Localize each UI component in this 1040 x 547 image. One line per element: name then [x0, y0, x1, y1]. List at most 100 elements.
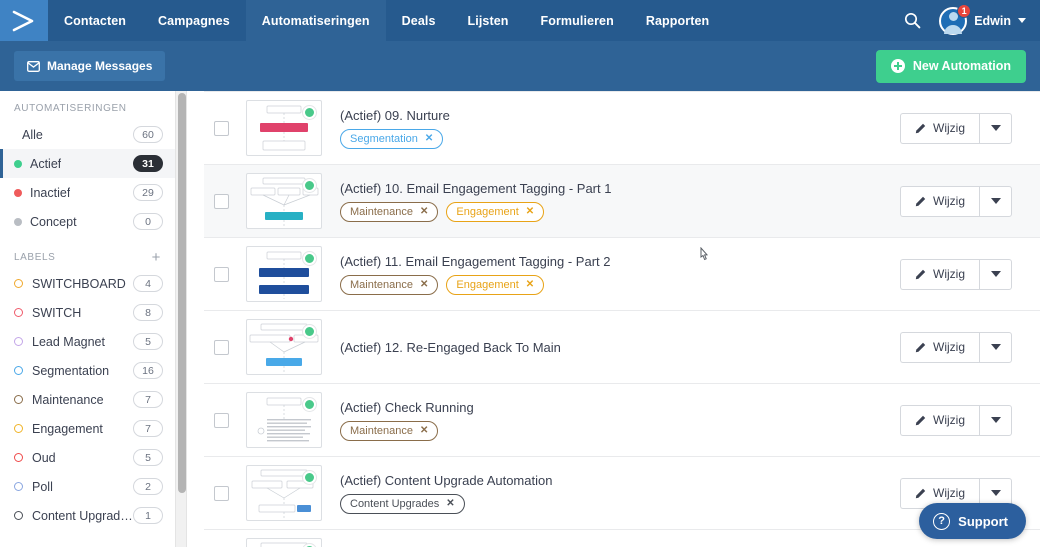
automation-thumbnail[interactable]	[246, 392, 322, 448]
sidebar-label-engagement[interactable]: Engagement 7	[0, 414, 175, 443]
search-button[interactable]	[899, 8, 925, 34]
automation-title[interactable]: (Actief) Check Running	[340, 400, 888, 415]
automation-thumbnail[interactable]	[246, 465, 322, 521]
edit-label: Wijzig	[933, 194, 965, 208]
scrollbar-thumb[interactable]	[178, 93, 186, 493]
remove-tag-icon[interactable]: ✕	[420, 425, 428, 436]
automation-thumbnail[interactable]	[246, 246, 322, 302]
row-checkbox[interactable]	[214, 339, 229, 355]
remove-tag-icon[interactable]: ✕	[526, 279, 534, 290]
table-row[interactable]: (Actief) 11. Email Engagement Tagging - …	[204, 238, 1040, 311]
app-logo[interactable]	[0, 0, 48, 41]
tag-segmentation[interactable]: Segmentation ✕	[340, 128, 444, 149]
sidebar-filter-inactief[interactable]: Inactief 29	[0, 178, 175, 207]
nav-item-rapporten[interactable]: Rapporten	[630, 0, 725, 41]
avatar[interactable]: 1	[939, 3, 972, 35]
automation-thumbnail[interactable]	[246, 319, 322, 375]
nav-items: Contacten Campagnes Automatiseringen Dea…	[48, 0, 725, 41]
edit-button[interactable]: Wijzig	[900, 258, 979, 290]
nav-item-lijsten[interactable]: Lijsten	[452, 0, 525, 41]
row-dropdown-button[interactable]	[979, 112, 1012, 144]
table-row[interactable]: (Actief) 12. Re-Engaged Back To Main Wij…	[204, 311, 1040, 384]
sidebar-filter-alle[interactable]: Alle 60	[0, 120, 175, 149]
sidebar-filter-concept[interactable]: Concept 0	[0, 207, 175, 236]
sidebar-label-poll[interactable]: Poll 2	[0, 472, 175, 501]
tag-engagement[interactable]: Engagement ✕	[446, 201, 545, 222]
table-row[interactable]: (Actief) Engagement: Klikt link in email…	[204, 530, 1040, 547]
automation-thumbnail[interactable]	[246, 100, 322, 156]
nav-item-contacten[interactable]: Contacten	[48, 0, 142, 41]
automation-info: (Actief) Check Running Maintenance ✕	[340, 400, 888, 441]
row-checkbox[interactable]	[214, 266, 229, 282]
nav-label: Lijsten	[467, 13, 509, 28]
sidebar-filter-label: Inactief	[30, 185, 71, 200]
notification-badge[interactable]: 1	[957, 3, 972, 18]
automation-title[interactable]: (Actief) 12. Re-Engaged Back To Main	[340, 340, 888, 355]
sidebar-label-switchboard[interactable]: SWITCHBOARD 4	[0, 269, 175, 298]
support-widget-button[interactable]: ? Support	[919, 503, 1026, 539]
add-label-button[interactable]: +	[152, 250, 161, 265]
tag-maintenance[interactable]: Maintenance ✕	[340, 420, 439, 441]
automation-title[interactable]: (Actief) 11. Email Engagement Tagging - …	[340, 254, 888, 269]
table-row[interactable]: (Actief) Check Running Maintenance ✕ Wij…	[204, 384, 1040, 457]
edit-button[interactable]: Wijzig	[900, 112, 979, 144]
row-actions: Wijzig	[900, 404, 1012, 436]
row-actions: Wijzig	[900, 258, 1012, 290]
label-color-ring-icon	[14, 482, 23, 491]
tag-maintenance[interactable]: Maintenance ✕	[340, 201, 439, 222]
nav-item-deals[interactable]: Deals	[386, 0, 452, 41]
table-row[interactable]: (Actief) 09. Nurture Segmentation ✕ Wijz…	[204, 91, 1040, 165]
remove-tag-icon[interactable]: ✕	[420, 279, 428, 290]
sidebar-filter-actief[interactable]: Actief 31	[0, 149, 175, 178]
automation-thumbnail[interactable]	[246, 538, 322, 547]
nav-item-campagnes[interactable]: Campagnes	[142, 0, 246, 41]
automation-thumbnail[interactable]	[246, 173, 322, 229]
row-dropdown-button[interactable]	[979, 258, 1012, 290]
sidebar-label-segmentation[interactable]: Segmentation 16	[0, 356, 175, 385]
page-scrollbar[interactable]	[175, 91, 187, 547]
nav-item-automatiseringen[interactable]: Automatiseringen	[245, 0, 386, 41]
remove-tag-icon[interactable]: ✕	[446, 498, 454, 509]
edit-button[interactable]: Wijzig	[900, 404, 979, 436]
table-row[interactable]: (Actief) Content Upgrade Automation Cont…	[204, 457, 1040, 530]
remove-tag-icon[interactable]: ✕	[425, 133, 433, 144]
sidebar-section-automations-title: AUTOMATISERINGEN	[0, 103, 175, 120]
action-subbar: Manage Messages New Automation	[0, 41, 1040, 91]
status-active-dot	[303, 471, 316, 484]
row-dropdown-button[interactable]	[979, 404, 1012, 436]
remove-tag-icon[interactable]: ✕	[526, 206, 534, 217]
row-checkbox[interactable]	[214, 485, 229, 501]
edit-button[interactable]: Wijzig	[900, 185, 979, 217]
automation-title[interactable]: (Actief) Content Upgrade Automation	[340, 473, 888, 488]
sidebar-label-count: 7	[133, 391, 163, 408]
row-dropdown-button[interactable]	[979, 185, 1012, 217]
row-dropdown-button[interactable]	[979, 331, 1012, 363]
sidebar-label-count: 4	[133, 275, 163, 292]
nav-item-formulieren[interactable]: Formulieren	[525, 0, 630, 41]
row-checkbox[interactable]	[214, 193, 229, 209]
search-icon	[904, 12, 921, 29]
sidebar-label-lead-magnet[interactable]: Lead Magnet 5	[0, 327, 175, 356]
tag-content-upgrades[interactable]: Content Upgrades ✕	[340, 493, 465, 514]
status-active-dot	[303, 179, 316, 192]
tag-maintenance[interactable]: Maintenance ✕	[340, 274, 439, 295]
tag-engagement[interactable]: Engagement ✕	[446, 274, 545, 295]
new-automation-button[interactable]: New Automation	[875, 49, 1026, 83]
edit-label: Wijzig	[933, 121, 965, 135]
row-checkbox[interactable]	[214, 120, 229, 136]
user-menu[interactable]: 1 Edwin	[939, 3, 1026, 35]
edit-button[interactable]: Wijzig	[900, 331, 979, 363]
automation-title[interactable]: (Actief) 10. Email Engagement Tagging - …	[340, 181, 888, 196]
sidebar-label-content-upgrades[interactable]: Content Upgrades 1	[0, 501, 175, 530]
chevron-down-icon[interactable]	[1018, 18, 1026, 23]
automation-info: (Actief) Content Upgrade Automation Cont…	[340, 473, 888, 514]
sidebar-label-text: Maintenance	[32, 392, 104, 407]
manage-messages-button[interactable]: Manage Messages	[14, 51, 166, 81]
remove-tag-icon[interactable]: ✕	[420, 206, 428, 217]
automation-title[interactable]: (Actief) 09. Nurture	[340, 108, 888, 123]
row-checkbox[interactable]	[214, 412, 229, 428]
sidebar-label-switch[interactable]: SWITCH 8	[0, 298, 175, 327]
table-row[interactable]: (Actief) 10. Email Engagement Tagging - …	[204, 165, 1040, 261]
sidebar-label-maintenance[interactable]: Maintenance 7	[0, 385, 175, 414]
sidebar-label-oud[interactable]: Oud 5	[0, 443, 175, 472]
